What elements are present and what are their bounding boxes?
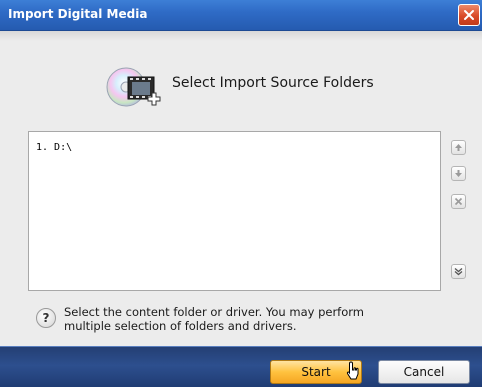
import-digital-media-dialog: Import Digital Media Select Import Sourc… bbox=[0, 0, 482, 387]
move-down-icon bbox=[455, 170, 462, 177]
help-icon: ? bbox=[36, 308, 56, 328]
remove-button[interactable] bbox=[451, 194, 466, 209]
cd-film-add-icon bbox=[106, 67, 161, 107]
cancel-button[interactable]: Cancel bbox=[378, 360, 470, 384]
close-icon bbox=[464, 10, 474, 20]
move-up-button[interactable] bbox=[451, 140, 466, 155]
help-text-line-1: Select the content folder or driver. You… bbox=[64, 305, 364, 319]
folder-list-item[interactable]: 1. D:\ bbox=[36, 142, 72, 153]
move-up-icon bbox=[455, 144, 462, 151]
title-bar[interactable]: Import Digital Media bbox=[0, 0, 482, 31]
dialog-footer: Start Cancel bbox=[0, 346, 482, 387]
source-folder-list[interactable]: 1. D:\ bbox=[28, 131, 441, 291]
window-title: Import Digital Media bbox=[8, 7, 148, 21]
move-down-button[interactable] bbox=[451, 166, 466, 181]
remove-icon bbox=[454, 197, 463, 206]
close-button[interactable] bbox=[458, 4, 480, 26]
expand-down-icon bbox=[454, 268, 463, 276]
help-text: Select the content folder or driver. You… bbox=[64, 305, 434, 333]
mouse-cursor-icon bbox=[346, 361, 359, 380]
toolbar-strip bbox=[0, 31, 482, 41]
expand-down-button[interactable] bbox=[451, 264, 466, 279]
dialog-heading: Select Import Source Folders bbox=[172, 75, 374, 91]
help-text-line-2: multiple selection of folders and driver… bbox=[64, 319, 297, 333]
